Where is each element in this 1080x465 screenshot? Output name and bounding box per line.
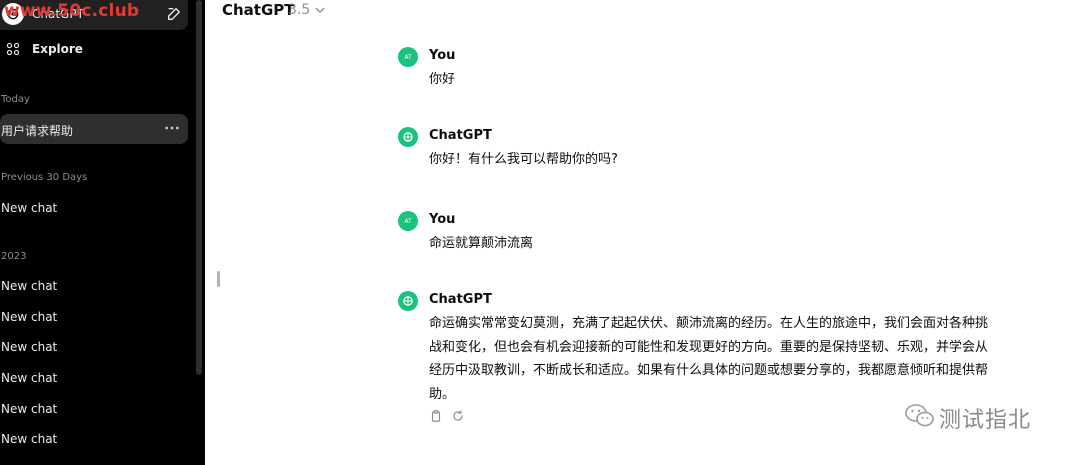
watermark-text: www.50c.club [4, 1, 140, 21]
sidebar: ChatGPT www.50c.club Explore Today 用户请求帮… [0, 0, 205, 465]
chevron-down-icon [315, 7, 325, 14]
user-message: AT You 你好 [398, 47, 1038, 87]
regenerate-icon[interactable] [451, 409, 465, 423]
new-chat-icon[interactable] [166, 6, 182, 22]
chat-app: ChatGPT www.50c.club Explore Today 用户请求帮… [0, 0, 1080, 465]
message-author: ChatGPT [429, 292, 492, 307]
message-text: 你好 [429, 72, 456, 87]
user-avatar: AT [398, 211, 418, 231]
message-line: 经历中汲取教训，不断成长和适应。如果有什么具体的问题或想要分享的，我都愿意倾听和… [429, 363, 989, 378]
model-version: 3.5 [288, 2, 311, 18]
sidebar-scrollbar[interactable] [196, 0, 202, 375]
sidebar-chat-item[interactable]: New chat [0, 363, 188, 393]
message-author: ChatGPT [429, 128, 492, 143]
message-actions [429, 409, 479, 425]
explore-label: Explore [32, 42, 83, 56]
sidebar-chat-item[interactable]: New chat [0, 424, 188, 454]
explore-gpts-link[interactable]: Explore [0, 38, 188, 62]
message-text: 命运就算颠沛流离 [429, 236, 534, 251]
message-line: 命运确实常常变幻莫测，充满了起起伏伏、颠沛流离的经历。在人生的旅途中，我们会面对… [429, 316, 989, 331]
user-avatar: AT [398, 47, 418, 67]
grid-icon [6, 42, 20, 56]
watermark-footer-text: 测试指北 [939, 408, 1032, 433]
wechat-icon [905, 404, 934, 427]
sidebar-chat-item[interactable]: New chat [0, 394, 188, 424]
sidebar-chat-item[interactable]: New chat [0, 271, 188, 301]
user-message: AT You 命运就算颠沛流离 [398, 211, 1038, 251]
chat-item-label: 用户请求帮助 [1, 124, 74, 138]
sidebar-chat-item[interactable]: New chat [0, 193, 188, 223]
message-line: 战和变化，但也会有机会迎接新的可能性和发现更好的方向。重要的是保持坚韧、乐观，并… [429, 339, 989, 355]
wechat-watermark: 测试指北 [905, 400, 1055, 434]
copy-icon[interactable] [429, 409, 443, 423]
assistant-message: ChatGPT 你好！有什么我可以帮助你的吗? [398, 127, 1038, 167]
chat-item-label: New chat [1, 310, 58, 324]
more-options-icon[interactable] [164, 124, 180, 132]
sidebar-chat-item[interactable]: New chat [0, 332, 188, 362]
sidebar-chat-item[interactable]: 用户请求帮助 [0, 114, 188, 144]
chat-item-label: New chat [1, 432, 58, 446]
chat-item-label: New chat [1, 402, 58, 416]
chat-item-label: New chat [1, 340, 58, 354]
section-2023: 2023 [1, 251, 27, 262]
model-name: ChatGPT [222, 1, 295, 19]
chat-item-label: New chat [1, 371, 58, 385]
chat-item-label: New chat [1, 279, 58, 293]
section-today: Today [1, 94, 30, 105]
section-previous-30-days: Previous 30 Days [1, 172, 88, 183]
message-author: You [429, 48, 456, 63]
chat-item-label: New chat [1, 201, 58, 215]
chat-main: ChatGPT 3.5 AT You 你好 ChatGPT 你好！有什么我可以帮… [205, 0, 1080, 465]
sidebar-chat-item[interactable]: New chat [0, 302, 188, 332]
chatgpt-avatar-icon [398, 127, 418, 147]
sidebar-resize-handle[interactable] [217, 271, 220, 287]
sidebar-chatgpt-link[interactable]: ChatGPT www.50c.club [0, 0, 188, 30]
message-author: You [429, 212, 456, 227]
message-text: 你好！有什么我可以帮助你的吗? [429, 152, 618, 167]
message-text: 命运确实常常变幻莫测，充满了起起伏伏、颠沛流离的经历。在人生的旅途中，我们会面对… [429, 312, 1029, 406]
chatgpt-avatar-icon [398, 291, 418, 311]
